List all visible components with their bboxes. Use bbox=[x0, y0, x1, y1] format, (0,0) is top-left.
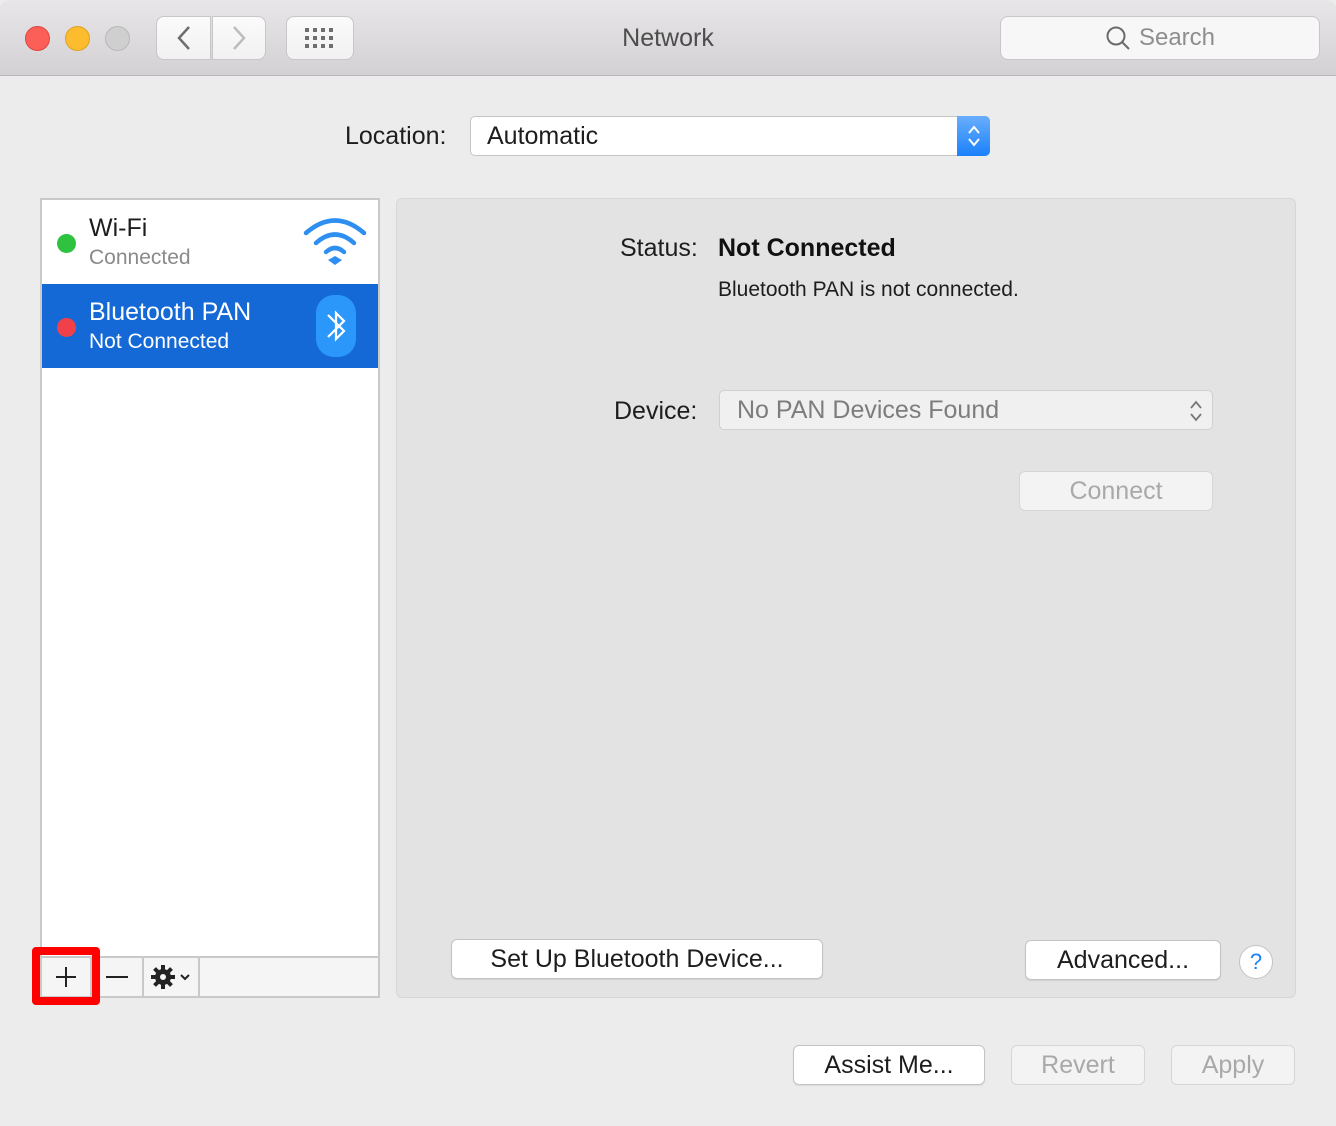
location-stepper[interactable] bbox=[957, 116, 990, 156]
status-description: Bluetooth PAN is not connected. bbox=[718, 278, 1019, 301]
service-status: Connected bbox=[89, 246, 191, 269]
service-item-bluetooth-pan[interactable]: Bluetooth PAN Not Connected bbox=[42, 284, 378, 368]
location-select[interactable]: Automatic bbox=[470, 116, 990, 156]
status-dot-red bbox=[57, 318, 76, 337]
up-down-arrows-icon bbox=[1190, 400, 1202, 422]
search-icon bbox=[1106, 26, 1130, 50]
service-name: Wi-Fi bbox=[89, 214, 148, 242]
device-select[interactable]: No PAN Devices Found bbox=[719, 390, 1213, 430]
advanced-button[interactable]: Advanced... bbox=[1025, 940, 1221, 980]
detail-panel bbox=[396, 198, 1296, 998]
minus-icon bbox=[106, 976, 128, 978]
wifi-icon bbox=[303, 218, 367, 265]
device-value: No PAN Devices Found bbox=[737, 396, 1000, 424]
location-value: Automatic bbox=[487, 122, 599, 150]
revert-button[interactable]: Revert bbox=[1011, 1045, 1145, 1085]
location-label: Location: bbox=[345, 122, 447, 150]
highlight-box bbox=[32, 947, 100, 1005]
status-dot-green bbox=[57, 234, 76, 253]
service-status: Not Connected bbox=[89, 330, 230, 353]
service-name: Bluetooth PAN bbox=[89, 298, 252, 326]
assist-me-button[interactable]: Assist Me... bbox=[793, 1045, 985, 1085]
bluetooth-icon bbox=[316, 295, 356, 357]
connect-button[interactable]: Connect bbox=[1019, 471, 1213, 511]
status-label: Status: bbox=[620, 234, 698, 262]
search-field[interactable]: Search bbox=[1000, 16, 1320, 60]
apply-button[interactable]: Apply bbox=[1171, 1045, 1295, 1085]
up-down-arrows-icon bbox=[967, 125, 980, 147]
service-list: Wi-Fi Connected Bluetooth PAN Not Connec… bbox=[40, 198, 380, 958]
status-value: Not Connected bbox=[718, 234, 896, 262]
action-menu-button[interactable] bbox=[142, 958, 200, 996]
search-placeholder: Search bbox=[1138, 24, 1216, 51]
gear-icon bbox=[151, 965, 190, 989]
setup-bluetooth-device-button[interactable]: Set Up Bluetooth Device... bbox=[451, 939, 823, 979]
device-label: Device: bbox=[614, 397, 698, 425]
title-bar: Network Search bbox=[0, 0, 1336, 76]
help-button[interactable]: ? bbox=[1239, 945, 1273, 979]
service-item-wifi[interactable]: Wi-Fi Connected bbox=[42, 200, 378, 284]
